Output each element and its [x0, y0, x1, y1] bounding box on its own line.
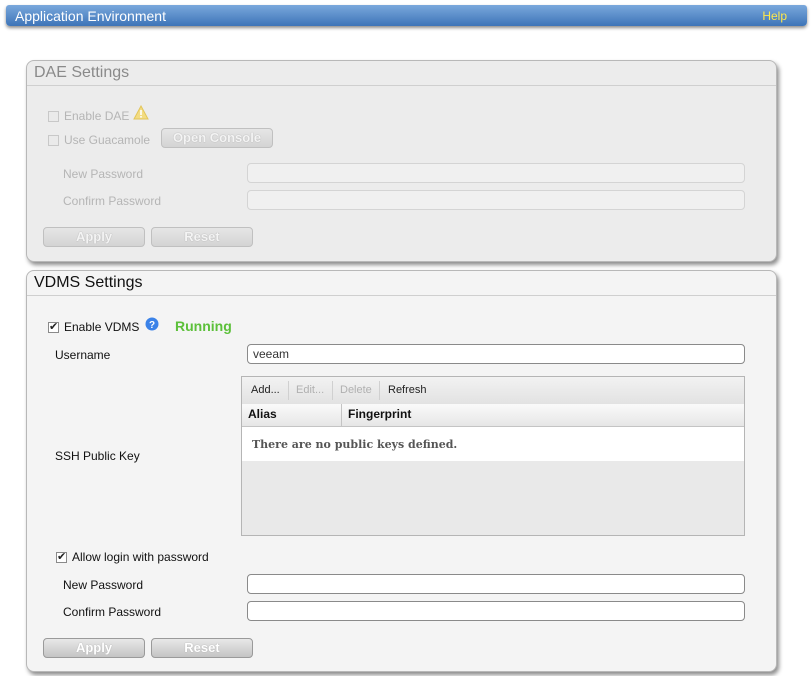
allow-password-login-label: Allow login with password: [72, 550, 209, 564]
enable-vdms-checkbox[interactable]: ✔: [48, 321, 59, 333]
edit-key-button[interactable]: Edit...: [296, 384, 324, 396]
dae-confirm-password-input[interactable]: [247, 190, 745, 210]
use-guacamole-checkbox[interactable]: [48, 135, 59, 146]
use-guacamole-label: Use Guacamole: [64, 133, 151, 147]
allow-password-login-checkbox[interactable]: ✔: [56, 551, 67, 563]
enable-dae-checkbox[interactable]: [48, 111, 59, 122]
vdms-reset-button[interactable]: Reset: [151, 638, 253, 658]
ssh-key-grid-header: Alias Fingerprint: [242, 404, 744, 427]
delete-key-button[interactable]: Delete: [340, 384, 372, 396]
vdms-confirm-password-label: Confirm Password: [63, 605, 162, 619]
dae-reset-button[interactable]: Reset: [151, 227, 253, 247]
vdms-settings-panel: VDMS Settings ✔ Enable VDMS ? Running Us…: [26, 270, 777, 672]
help-icon[interactable]: ?: [145, 317, 159, 331]
checkmark-icon: ✔: [57, 551, 67, 563]
help-link[interactable]: Help: [762, 9, 787, 23]
toolbar-separator: [332, 381, 333, 400]
refresh-keys-button[interactable]: Refresh: [388, 384, 427, 396]
add-key-button[interactable]: Add...: [251, 384, 280, 396]
open-console-button[interactable]: Open Console: [161, 128, 273, 148]
ssh-key-toolbar: Add... Edit... Delete Refresh: [242, 377, 744, 405]
toolbar-separator: [288, 381, 289, 400]
dae-new-password-input[interactable]: [247, 163, 745, 183]
dae-panel-header: DAE Settings: [27, 61, 776, 86]
checkmark-icon: ✔: [49, 321, 59, 333]
ssh-key-empty-row: There are no public keys defined.: [242, 427, 744, 461]
vdms-panel-title: VDMS Settings: [34, 274, 143, 291]
title-bar: Application Environment Help: [6, 5, 807, 26]
enable-dae-label: Enable DAE: [64, 109, 130, 123]
vdms-status-text: Running: [175, 318, 232, 334]
ssh-public-key-label: SSH Public Key: [55, 449, 140, 463]
dae-confirm-password-label: Confirm Password: [63, 194, 162, 208]
dae-new-password-label: New Password: [63, 167, 144, 181]
empty-grid-message: There are no public keys defined.: [252, 438, 458, 451]
dae-apply-button[interactable]: Apply: [43, 227, 145, 247]
dae-settings-panel: DAE Settings Enable DAE Use Guacamole Op…: [26, 60, 777, 262]
vdms-confirm-password-input[interactable]: [247, 601, 745, 621]
column-divider: [341, 404, 342, 426]
username-input[interactable]: [247, 344, 745, 364]
ssh-key-grid: Add... Edit... Delete Refresh Alias Fing…: [241, 376, 745, 536]
enable-vdms-label: Enable VDMS: [64, 320, 140, 334]
dae-panel-title: DAE Settings: [34, 64, 130, 81]
column-header-fingerprint[interactable]: Fingerprint: [348, 407, 411, 421]
warning-icon: [133, 105, 149, 120]
page-title: Application Environment: [15, 8, 166, 24]
column-header-alias[interactable]: Alias: [248, 407, 277, 421]
svg-text:?: ?: [149, 320, 155, 331]
vdms-new-password-label: New Password: [63, 578, 144, 592]
vdms-panel-header: VDMS Settings: [27, 271, 776, 296]
username-label: Username: [55, 348, 111, 362]
vdms-new-password-input[interactable]: [247, 574, 745, 594]
toolbar-separator: [379, 381, 380, 400]
vdms-apply-button[interactable]: Apply: [43, 638, 145, 658]
